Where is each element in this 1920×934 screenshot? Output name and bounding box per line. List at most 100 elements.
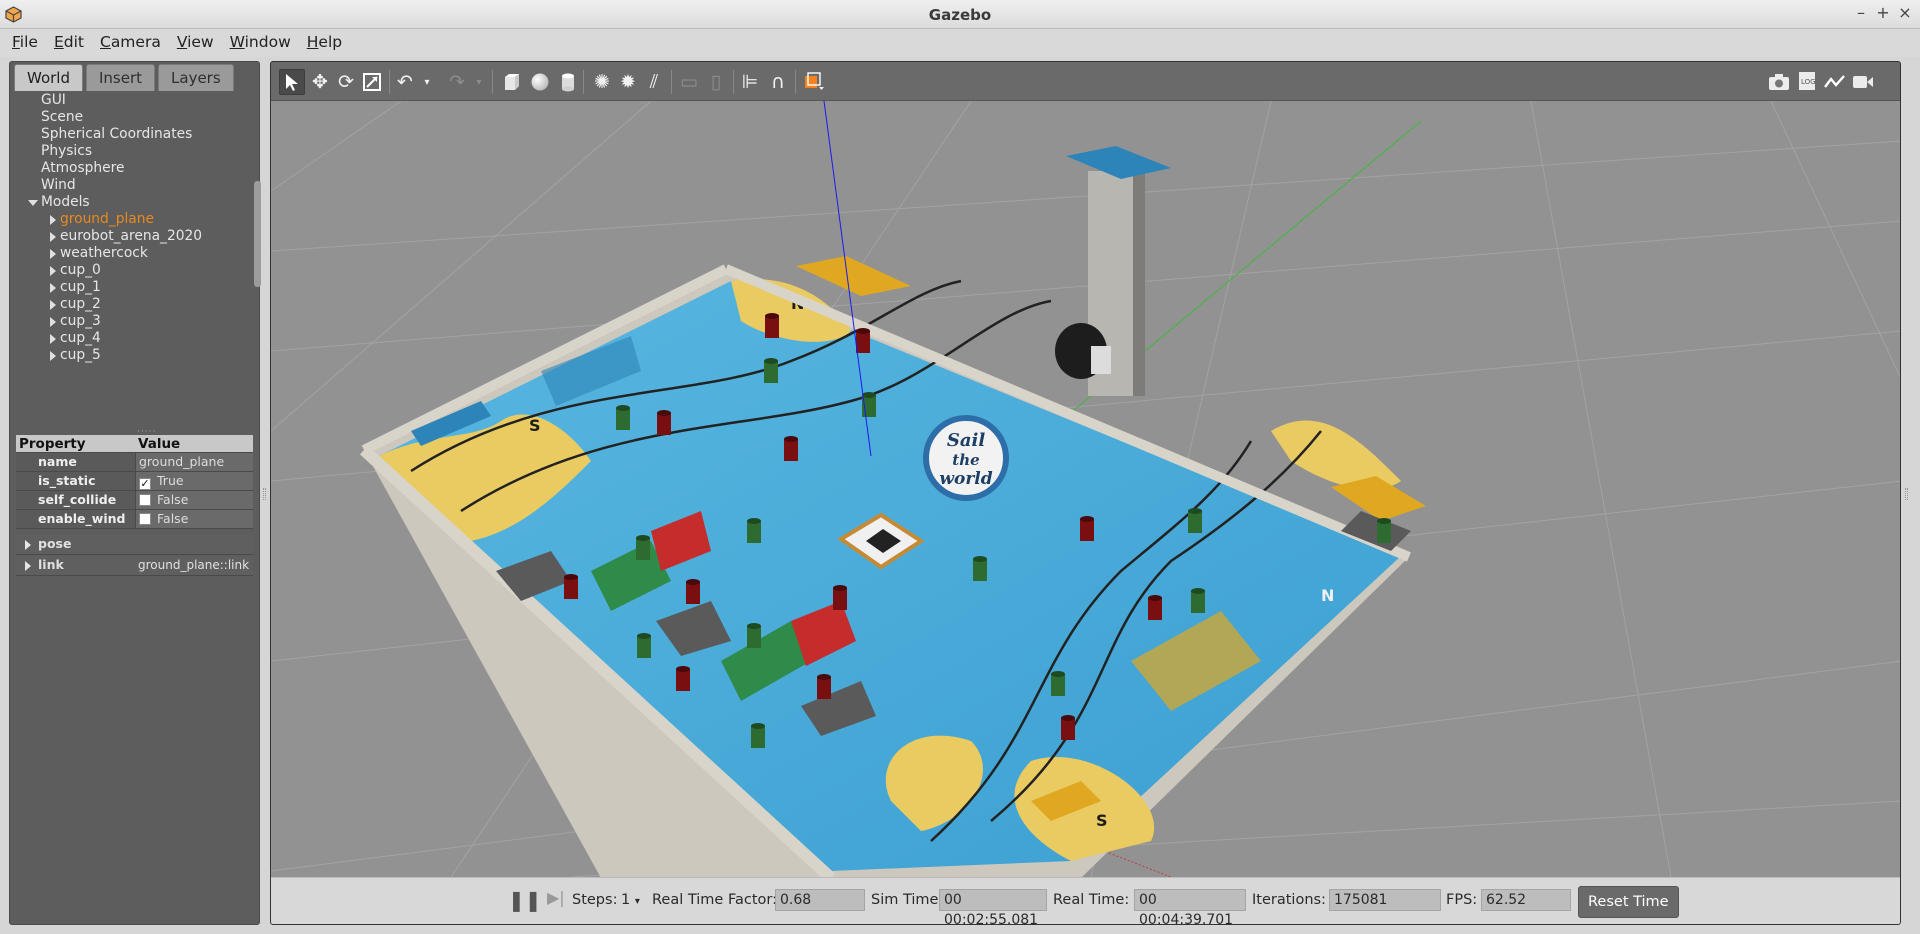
tree-scrollbar[interactable]: [254, 181, 261, 287]
expand-right-icon[interactable]: [50, 249, 56, 259]
sphere-icon[interactable]: [527, 69, 553, 95]
left-splitter-handle[interactable]: [263, 488, 266, 500]
menu-edit[interactable]: Edit: [46, 29, 92, 57]
tree-item-cup-2[interactable]: cup_2: [16, 296, 250, 313]
menu-window[interactable]: Window: [222, 29, 299, 57]
expand-right-icon[interactable]: [50, 300, 56, 310]
tree-item-cup-0[interactable]: cup_0: [16, 262, 250, 279]
close-icon[interactable]: ×: [1896, 3, 1914, 22]
reset-time-button[interactable]: Reset Time: [1578, 886, 1679, 918]
tree-item-models[interactable]: Models: [16, 194, 250, 211]
tab-world[interactable]: World: [14, 64, 83, 91]
align-icon[interactable]: ⊫: [737, 69, 763, 95]
arena-south-marker-2: S: [1096, 811, 1108, 830]
point-light-icon[interactable]: ✺: [589, 69, 615, 95]
redo-dropdown-icon[interactable]: ▾: [466, 69, 492, 95]
maximize-icon[interactable]: +: [1874, 3, 1892, 22]
menu-file[interactable]: File: [4, 29, 46, 57]
window-titlebar: Gazebo – + ×: [0, 0, 1920, 29]
steps-spinbox[interactable]: 1 ▾: [621, 892, 640, 908]
red-cup: [817, 674, 831, 699]
expand-right-icon[interactable]: [50, 334, 56, 344]
tree-item-wind[interactable]: Wind: [16, 177, 250, 194]
enable-wind-checkbox[interactable]: [139, 513, 151, 525]
expand-right-icon[interactable]: [25, 540, 31, 550]
scale-icon[interactable]: [359, 69, 385, 95]
left-panel: World Insert Layers GUI Scene Spherical …: [9, 61, 261, 925]
property-row-pose[interactable]: pose: [16, 535, 253, 555]
menu-camera[interactable]: Camera: [92, 29, 169, 57]
expand-right-icon[interactable]: [25, 561, 31, 571]
svg-text:LOG: LOG: [1801, 78, 1816, 86]
tree-item-cup-5[interactable]: cup_5: [16, 347, 250, 364]
translate-icon[interactable]: ✥: [307, 69, 333, 95]
red-cup: [564, 574, 578, 599]
spot-light-icon[interactable]: ✹: [615, 69, 641, 95]
is-static-checkbox[interactable]: ✓: [139, 478, 151, 490]
tree-item-scene[interactable]: Scene: [16, 109, 250, 126]
copy-icon[interactable]: ▭: [676, 69, 702, 95]
expand-right-icon[interactable]: [50, 232, 56, 242]
green-cup: [764, 358, 778, 383]
arena-logo-line3: world: [939, 469, 992, 489]
iterations-label: Iterations:: [1252, 892, 1326, 908]
tab-layers[interactable]: Layers: [158, 64, 234, 91]
pause-icon[interactable]: ❚❚: [508, 888, 542, 912]
tree-item-cup-3[interactable]: cup_3: [16, 313, 250, 330]
snap-icon[interactable]: ∩: [765, 69, 791, 95]
expand-down-icon[interactable]: [28, 200, 38, 206]
view-angle-icon[interactable]: [801, 69, 827, 95]
arena-north-marker-2: N: [1321, 586, 1334, 605]
sim-time-label: Sim Time:: [871, 892, 944, 908]
log-icon[interactable]: LOG: [1794, 69, 1820, 95]
red-cup: [1061, 715, 1075, 740]
red-cup: [765, 313, 779, 338]
tree-item-cup-1[interactable]: cup_1: [16, 279, 250, 296]
screenshot-icon[interactable]: [1766, 69, 1792, 95]
menu-help[interactable]: Help: [299, 29, 350, 57]
tree-item-atmosphere[interactable]: Atmosphere: [16, 160, 250, 177]
right-splitter-handle[interactable]: [1905, 488, 1908, 500]
expand-right-icon[interactable]: [50, 351, 56, 361]
tree-item-spherical-coordinates[interactable]: Spherical Coordinates: [16, 126, 250, 143]
value-column-header: Value: [138, 436, 181, 452]
box-icon[interactable]: [499, 69, 525, 95]
green-cup: [751, 723, 765, 748]
panel-tabs: World Insert Layers: [14, 64, 237, 92]
undo-dropdown-icon[interactable]: ▾: [414, 69, 440, 95]
green-cup: [1377, 518, 1391, 543]
step-forward-icon[interactable]: ▶|: [547, 888, 565, 907]
real-time-value: 00 00:04:39.701: [1134, 889, 1246, 924]
name-value-field[interactable]: ground_plane: [135, 453, 253, 471]
expand-right-icon[interactable]: [50, 283, 56, 293]
self-collide-checkbox[interactable]: [139, 494, 151, 506]
menu-bar: File Edit Camera View Window Help: [0, 29, 1920, 57]
expand-right-icon[interactable]: [50, 215, 56, 225]
tree-item-cup-4[interactable]: cup_4: [16, 330, 250, 347]
paste-icon[interactable]: ▯: [703, 69, 729, 95]
tab-insert[interactable]: Insert: [86, 64, 156, 91]
3d-scene-view[interactable]: Sail the world N N S S: [271, 101, 1901, 877]
steps-label: Steps:: [572, 892, 618, 908]
property-row-is-static: is_static ✓ True: [16, 472, 253, 491]
expand-right-icon[interactable]: [50, 317, 56, 327]
directional-light-icon[interactable]: ⫽: [641, 69, 667, 95]
tree-item-physics[interactable]: Physics: [16, 143, 250, 160]
video-record-icon[interactable]: [1850, 69, 1876, 95]
green-cup: [616, 405, 630, 430]
tree-item-weathercock[interactable]: weathercock: [16, 245, 250, 262]
rotate-icon[interactable]: ⟳: [333, 69, 359, 95]
tree-item-gui[interactable]: GUI: [16, 92, 250, 109]
select-arrow-icon[interactable]: [279, 69, 305, 95]
menu-view[interactable]: View: [169, 29, 222, 57]
rtf-value: 0.68: [775, 889, 865, 911]
arena-logo-line1: Sail: [947, 430, 986, 451]
cylinder-icon[interactable]: [555, 69, 581, 95]
tree-item-eurobot-arena[interactable]: eurobot_arena_2020: [16, 228, 250, 245]
tree-item-ground-plane[interactable]: ground_plane: [16, 211, 250, 228]
plot-icon[interactable]: [1822, 69, 1848, 95]
expand-right-icon[interactable]: [50, 266, 56, 276]
property-row-link[interactable]: link ground_plane::link: [16, 556, 253, 576]
red-cup: [1148, 595, 1162, 620]
minimize-icon[interactable]: –: [1852, 3, 1870, 22]
